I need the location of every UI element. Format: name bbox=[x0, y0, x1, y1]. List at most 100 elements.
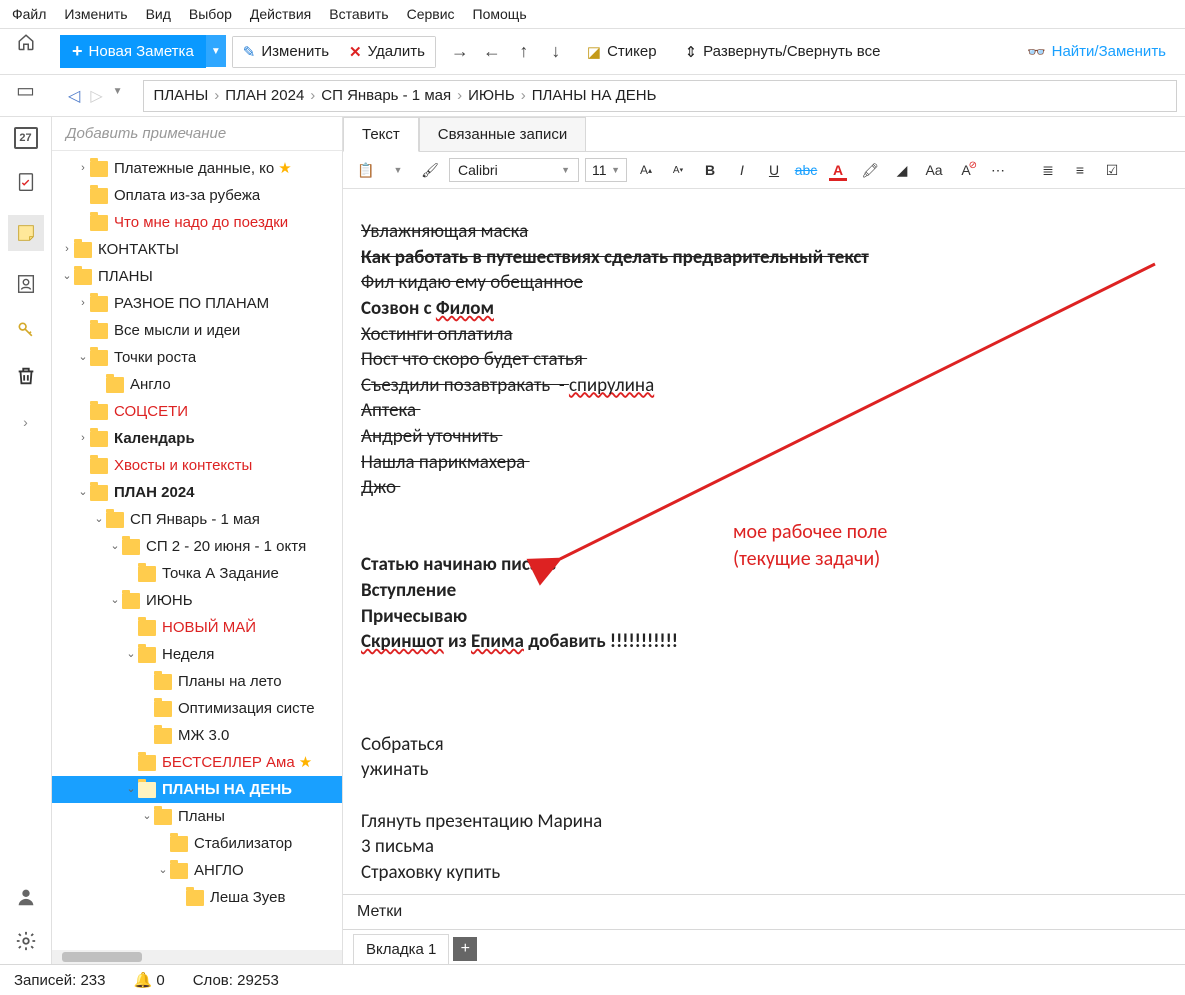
tree-item[interactable]: ⌄ПЛАНЫ НА ДЕНЬ bbox=[52, 776, 342, 803]
tab-linked[interactable]: Связанные записи bbox=[419, 117, 586, 151]
editor-line[interactable]: 3 письма bbox=[361, 834, 1167, 860]
editor-line[interactable] bbox=[361, 681, 1167, 707]
editor-line[interactable]: Страховку купить bbox=[361, 860, 1167, 886]
breadcrumb-item[interactable]: ПЛАНЫ НА ДЕНЬ bbox=[532, 87, 657, 104]
tree-item[interactable]: ›РАЗНОЕ ПО ПЛАНАМ bbox=[52, 290, 342, 317]
editor-line[interactable]: Созвон с Филом bbox=[361, 296, 1167, 322]
paste-icon[interactable]: 📋 bbox=[353, 158, 379, 182]
editor-line[interactable]: Нашла парикмахера bbox=[361, 450, 1167, 476]
tree-item[interactable]: Оплата из-за рубежа bbox=[52, 182, 342, 209]
history-fwd-icon[interactable]: ▷ bbox=[90, 86, 102, 106]
tree-item[interactable]: ⌄АНГЛО bbox=[52, 857, 342, 884]
nav-up-arrow[interactable]: ↑ bbox=[510, 38, 538, 66]
tree-twisty-icon[interactable]: ⌄ bbox=[60, 269, 74, 284]
tree-item[interactable]: ⌄СП Январь - 1 мая bbox=[52, 506, 342, 533]
font-color-icon[interactable]: A bbox=[825, 158, 851, 182]
numbering-icon[interactable]: ≡ bbox=[1067, 158, 1093, 182]
tree-item[interactable]: БЕСТСЕЛЛЕР Ама★ bbox=[52, 749, 342, 776]
format-painter-icon[interactable]: 🖌 bbox=[417, 158, 443, 182]
tree-item[interactable]: ›КОНТАКТЫ bbox=[52, 236, 342, 263]
checklist-icon[interactable]: ☑ bbox=[1099, 158, 1125, 182]
calendar-icon[interactable]: 27 bbox=[14, 127, 38, 149]
paste-dropdown-icon[interactable]: ▼ bbox=[385, 158, 411, 182]
tree-item[interactable]: Леша Зуев bbox=[52, 884, 342, 911]
editor-line[interactable]: Аптека bbox=[361, 398, 1167, 424]
editor-line[interactable]: Андрей уточнить bbox=[361, 424, 1167, 450]
tree-item[interactable]: Оптимизация систе bbox=[52, 695, 342, 722]
editor-line[interactable]: Пост что скоро будет статья bbox=[361, 347, 1167, 373]
editor-line[interactable]: Собраться bbox=[361, 732, 1167, 758]
tree-twisty-icon[interactable]: ⌄ bbox=[124, 782, 138, 797]
nav-right-arrow[interactable]: → bbox=[446, 38, 474, 66]
tree-twisty-icon[interactable]: › bbox=[60, 242, 74, 257]
tree-twisty-icon[interactable]: ⌄ bbox=[108, 539, 122, 554]
tree-item[interactable]: ›Платежные данные, ко★ bbox=[52, 155, 342, 182]
tree-twisty-icon[interactable]: ⌄ bbox=[108, 593, 122, 608]
add-tab-button[interactable]: + bbox=[453, 937, 477, 961]
new-note-dropdown[interactable]: ▼ bbox=[206, 35, 226, 67]
horizontal-scrollbar[interactable] bbox=[52, 950, 342, 964]
tree-item[interactable]: ›Календарь bbox=[52, 425, 342, 452]
grow-font-icon[interactable]: A▴ bbox=[633, 158, 659, 182]
card-icon[interactable]: ▭ bbox=[13, 77, 39, 103]
tree-item[interactable]: ⌄Точки роста bbox=[52, 344, 342, 371]
bullets-icon[interactable]: ≣ bbox=[1035, 158, 1061, 182]
tree-twisty-icon[interactable]: ⌄ bbox=[156, 863, 170, 878]
tree-item[interactable]: Стабилизатор bbox=[52, 830, 342, 857]
sheet-tab-1[interactable]: Вкладка 1 bbox=[353, 934, 449, 964]
find-replace-button[interactable]: 👓 Найти/Заменить bbox=[1016, 36, 1177, 68]
tree-twisty-icon[interactable]: ⌄ bbox=[124, 647, 138, 662]
edit-button[interactable]: ✎ Изменить bbox=[233, 37, 339, 67]
menu-edit[interactable]: Изменить bbox=[64, 6, 127, 22]
tree-item[interactable]: ⌄ПЛАН 2024 bbox=[52, 479, 342, 506]
breadcrumb-item[interactable]: ПЛАНЫ bbox=[154, 87, 209, 104]
editor-line[interactable]: Вступление bbox=[361, 578, 1167, 604]
new-note-button[interactable]: + Новая Заметка bbox=[60, 35, 206, 68]
menu-service[interactable]: Сервис bbox=[407, 6, 455, 22]
editor-line[interactable]: Джо bbox=[361, 475, 1167, 501]
status-bell[interactable]: 🔔 0 bbox=[134, 971, 165, 989]
strike-icon[interactable]: abc bbox=[793, 158, 819, 182]
tree-item[interactable]: Точка А Задание bbox=[52, 560, 342, 587]
menu-insert[interactable]: Вставить bbox=[329, 6, 388, 22]
tree-item[interactable]: Англо bbox=[52, 371, 342, 398]
tree-twisty-icon[interactable]: ⌄ bbox=[92, 512, 106, 527]
editor-line[interactable] bbox=[361, 655, 1167, 681]
tree-item[interactable]: ⌄СП 2 - 20 июня - 1 октя bbox=[52, 533, 342, 560]
nav-left-arrow[interactable]: ← bbox=[478, 38, 506, 66]
editor-line[interactable]: Скриншот из Епима добавить !!!!!!!!!!! bbox=[361, 629, 1167, 655]
tree-twisty-icon[interactable]: ⌄ bbox=[76, 350, 90, 365]
menu-view[interactable]: Вид bbox=[146, 6, 171, 22]
sticky-note-icon[interactable] bbox=[8, 215, 44, 251]
tree-twisty-icon[interactable]: › bbox=[76, 161, 90, 176]
key-icon[interactable] bbox=[13, 317, 39, 343]
italic-icon[interactable]: I bbox=[729, 158, 755, 182]
contacts-icon[interactable] bbox=[13, 271, 39, 297]
history-dropdown-icon[interactable]: ▼ bbox=[113, 86, 123, 106]
clear-format-icon[interactable]: A⊘ bbox=[953, 158, 979, 182]
editor-line[interactable]: Съездили позавтракать - спирулина bbox=[361, 373, 1167, 399]
home-icon[interactable] bbox=[13, 29, 39, 55]
bold-icon[interactable]: B bbox=[697, 158, 723, 182]
breadcrumb-item[interactable]: ПЛАН 2024 bbox=[225, 87, 304, 104]
nav-down-arrow[interactable]: ↓ bbox=[542, 38, 570, 66]
tree-item[interactable]: Хвосты и контексты bbox=[52, 452, 342, 479]
font-size-select[interactable]: 11▼ bbox=[585, 158, 627, 182]
editor-line[interactable]: Фил кидаю ему обещанное bbox=[361, 270, 1167, 296]
breadcrumb[interactable]: ПЛАНЫ› ПЛАН 2024› СП Январь - 1 мая› ИЮН… bbox=[143, 80, 1177, 112]
note-tree[interactable]: ›Платежные данные, ко★Оплата из-за рубеж… bbox=[52, 151, 342, 950]
tree-twisty-icon[interactable]: ⌄ bbox=[76, 485, 90, 500]
sticker-button[interactable]: ◪ Стикер bbox=[576, 36, 668, 68]
more-icon[interactable]: ⋯ bbox=[985, 158, 1011, 182]
shrink-font-icon[interactable]: A▾ bbox=[665, 158, 691, 182]
breadcrumb-item[interactable]: ИЮНЬ bbox=[468, 87, 515, 104]
editor-line[interactable]: Хостинги оплатила bbox=[361, 322, 1167, 348]
chevron-right-icon[interactable]: › bbox=[13, 409, 39, 435]
tree-item[interactable]: НОВЫЙ МАЙ bbox=[52, 614, 342, 641]
fill-color-icon[interactable]: ◢ bbox=[889, 158, 915, 182]
tags-field[interactable]: Метки bbox=[343, 894, 1185, 929]
history-back-icon[interactable]: ◁ bbox=[68, 86, 80, 106]
editor-line[interactable] bbox=[361, 783, 1167, 809]
font-select[interactable]: Calibri▼ bbox=[449, 158, 579, 182]
tree-twisty-icon[interactable]: ⌄ bbox=[140, 809, 154, 824]
